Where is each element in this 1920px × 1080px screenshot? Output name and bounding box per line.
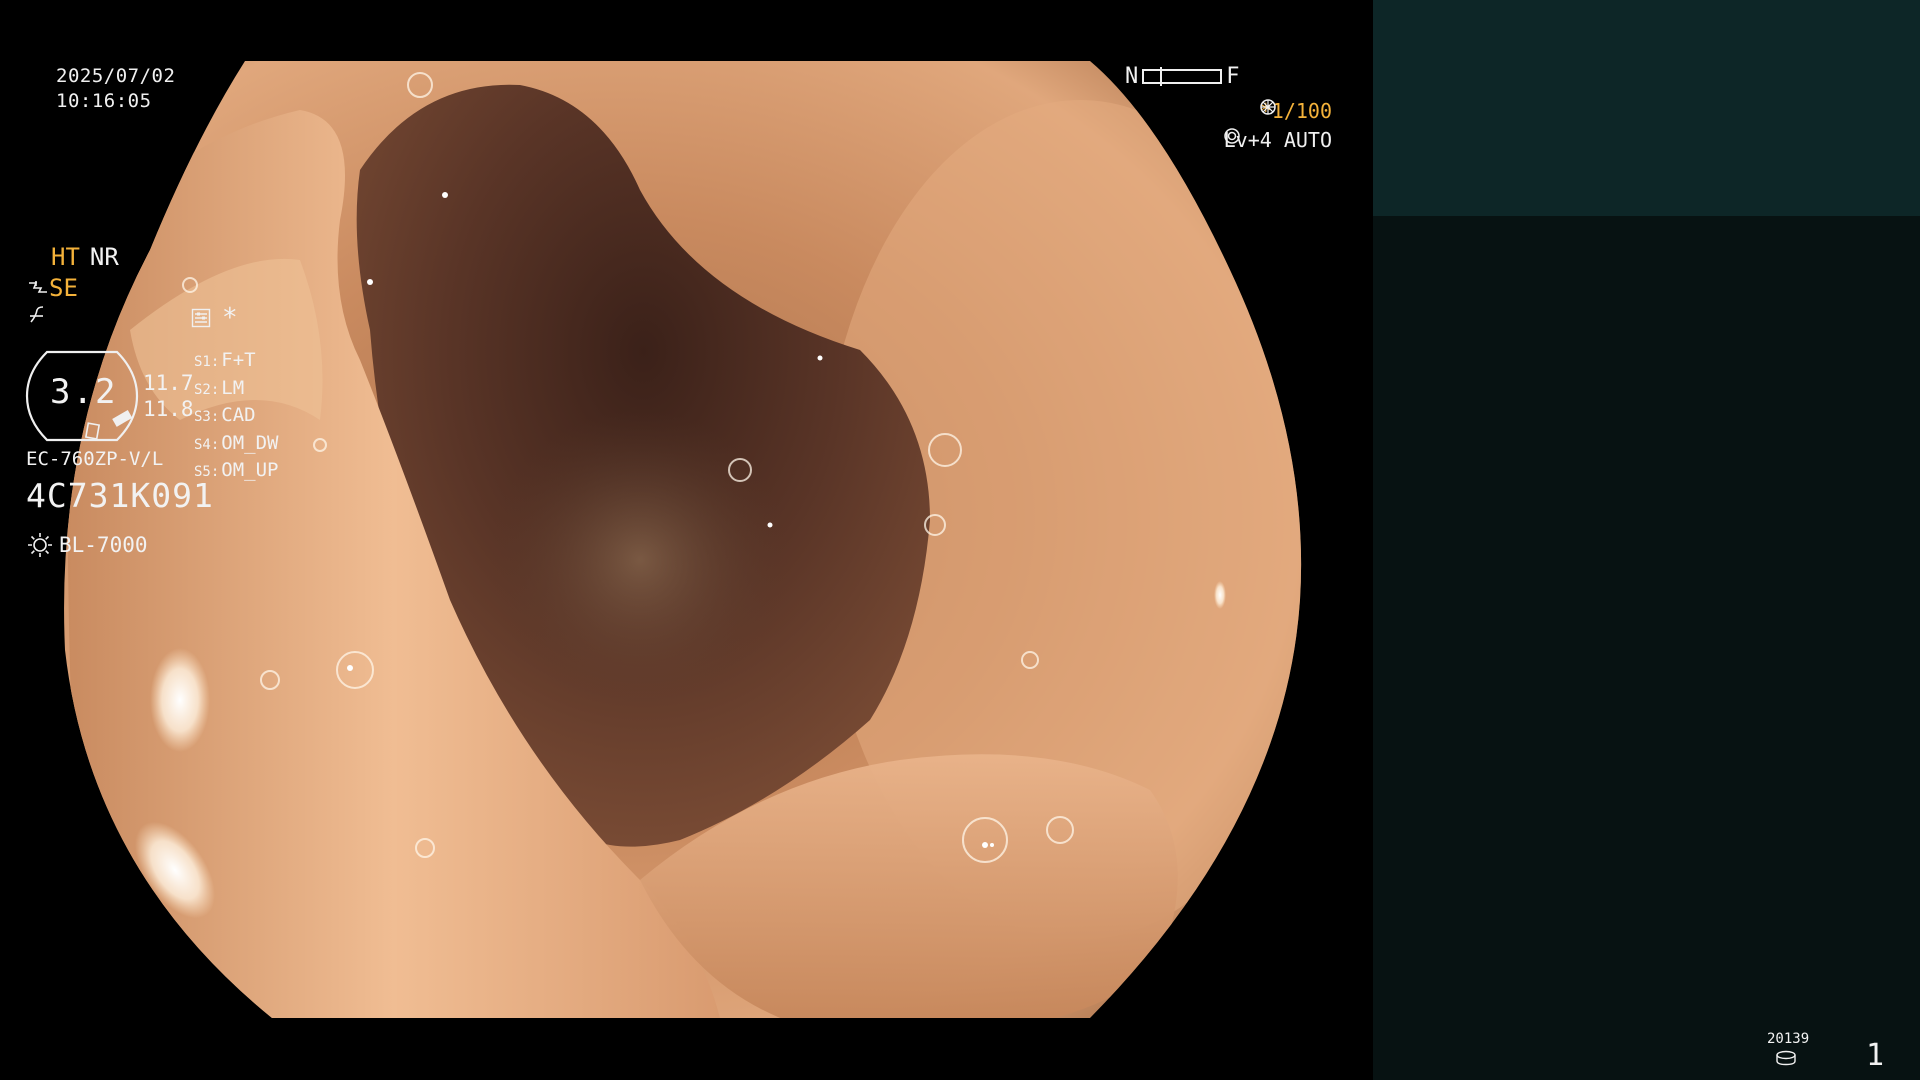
patient-info-area: [1373, 0, 1920, 216]
ht-label: HT: [51, 243, 80, 271]
contrast-row: [27, 304, 49, 332]
near-far-indicator: N F: [1125, 63, 1240, 89]
switch-item: S4: OM_DW: [194, 431, 279, 454]
switch-item: S1: F+T: [194, 349, 256, 371]
star-indicator: *: [222, 303, 238, 333]
disk-icon: [1776, 1050, 1796, 1066]
brightness-level: Lv+4 AUTO: [1224, 128, 1332, 152]
image-counter: 20139: [1767, 1031, 1810, 1047]
focus-bar: [1142, 66, 1223, 86]
switch-assignments: S1: F+T S2: LM S3: CAD S4: OM_DW S5: OM_UP: [194, 348, 279, 486]
endoscopic-view: 2025/07/02 10:16:05 N F *1/100 Lv+4 AUTO: [0, 0, 1372, 1080]
nr-label: NR: [89, 243, 119, 271]
enhancement-row: HT NR: [51, 243, 119, 271]
auto-iris-icon: [1223, 128, 1240, 144]
level-label: Lv+4 AUTO: [1223, 128, 1332, 152]
date-label: 2025/07/02: [56, 65, 176, 87]
settings-list-icon: [191, 308, 211, 328]
switch-item: S2: LM: [194, 376, 245, 399]
date-time-readout: 2025/07/02 10:16:05: [56, 64, 175, 114]
far-label: F: [1226, 63, 1240, 89]
scope-model: EC-760ZP-V/L: [26, 448, 164, 470]
time-label: 10:16:05: [56, 90, 152, 112]
light-source-icon: [28, 533, 52, 557]
near-label: N: [1125, 63, 1139, 89]
scope-value: 3.2: [50, 372, 118, 412]
structure-mode-row: SE: [27, 274, 78, 302]
scope-serial: 4C731K091: [26, 476, 214, 515]
light-source-row: BL-7000: [27, 532, 148, 558]
reading-2: 11.8: [143, 397, 194, 421]
page-number: 1: [1866, 1038, 1885, 1073]
se-label: SE: [49, 274, 78, 302]
shutter-dial-icon: [1260, 99, 1276, 115]
structure-enhance-icon: [29, 281, 47, 293]
shutter-speed: *1/100: [1260, 99, 1332, 123]
contrast-icon: [30, 306, 44, 323]
reading-1: 11.7: [143, 371, 194, 395]
light-source-label: BL-7000: [59, 533, 148, 557]
info-panel: [1373, 0, 1920, 1080]
endoscopic-image: [64, 61, 1302, 1018]
switch-item: S3: CAD: [194, 404, 256, 426]
